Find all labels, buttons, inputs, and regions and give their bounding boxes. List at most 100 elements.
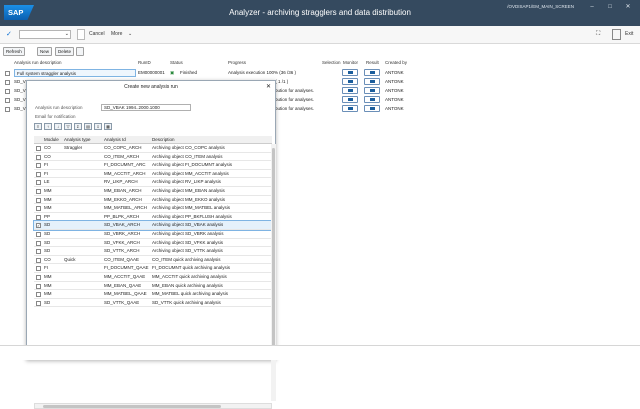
row-checkbox[interactable] bbox=[36, 249, 41, 255]
grid-row[interactable]: CO CO_ITEM_ARCH Archiving object CO_ITEM a… bbox=[34, 153, 272, 162]
delete-label: Delete bbox=[58, 49, 72, 54]
cancel-button[interactable]: Cancel bbox=[89, 29, 105, 40]
select-all-icon[interactable]: ≡ bbox=[34, 123, 42, 130]
maximize-icon[interactable]: □ bbox=[606, 3, 614, 11]
row-checkbox[interactable] bbox=[36, 154, 41, 160]
sort-asc-icon[interactable]: ↑ bbox=[44, 123, 52, 130]
row-checkbox[interactable] bbox=[36, 214, 41, 220]
row-checkbox[interactable] bbox=[36, 292, 41, 298]
row-checkbox[interactable] bbox=[5, 89, 10, 94]
row-checkbox[interactable]: ✓ bbox=[36, 223, 41, 229]
grid-row[interactable]: MM MM_MATBEL_ARCH Archiving object MM_MATB… bbox=[34, 204, 272, 213]
export-icon[interactable]: ⇩ bbox=[94, 123, 102, 130]
grid-row[interactable]: MM MM_ACCTIT_QAAE MM_ACCTIT quick archivin… bbox=[34, 273, 272, 282]
result-button[interactable] bbox=[364, 105, 380, 112]
result-button[interactable] bbox=[364, 87, 380, 94]
exit-icon[interactable] bbox=[612, 29, 621, 40]
monitor-button[interactable] bbox=[342, 105, 358, 112]
col-module[interactable]: Module bbox=[44, 136, 59, 144]
grid-row[interactable]: FI FI_DOCUMNT_QAAE FI_DOCUMNT quick archiv… bbox=[34, 264, 272, 273]
grid-row[interactable]: MM MM_EKKO_ARCH Archiving object MM_EKKO a… bbox=[34, 196, 272, 205]
row-checkbox[interactable] bbox=[36, 189, 41, 194]
minimize-icon[interactable]: – bbox=[588, 3, 596, 11]
grid-row[interactable]: MM MM_EBAN_ARCH Archiving object MM_EBAN a… bbox=[34, 187, 272, 196]
row-checkbox[interactable] bbox=[36, 146, 41, 151]
delete-button[interactable]: Delete bbox=[55, 47, 75, 56]
row-checkbox[interactable] bbox=[36, 283, 41, 289]
grid-description: Archiving object MM_EBAN analysis bbox=[152, 188, 225, 193]
chevron-down-icon[interactable]: ⌄ bbox=[65, 31, 69, 37]
monitor-button[interactable] bbox=[342, 78, 358, 85]
row-checkbox[interactable] bbox=[5, 71, 10, 76]
result-button[interactable] bbox=[364, 69, 380, 76]
row-checkbox[interactable] bbox=[36, 257, 41, 263]
row-checkbox[interactable] bbox=[36, 232, 41, 237]
vertical-scrollbar[interactable] bbox=[271, 144, 276, 401]
check-icon[interactable]: ✓ bbox=[6, 29, 12, 40]
col-result[interactable]: Result bbox=[366, 60, 379, 68]
run-description-input[interactable]: SD_VBAK 1994..2000.1000 bbox=[101, 104, 191, 111]
grid-row[interactable]: MM MM_MATBEL_QAAE MM_MATBEL quick archivin… bbox=[34, 290, 272, 299]
row-checkbox[interactable] bbox=[36, 266, 41, 272]
refresh-button[interactable]: Refresh bbox=[3, 47, 25, 56]
row-checkbox[interactable] bbox=[36, 163, 41, 169]
col-analysis-type[interactable]: Analysis type bbox=[64, 136, 91, 144]
row-checkbox[interactable] bbox=[5, 80, 10, 85]
col-monitor[interactable]: Monitor bbox=[343, 60, 358, 68]
row-checkbox[interactable] bbox=[36, 171, 41, 177]
edit-icon[interactable] bbox=[76, 47, 84, 56]
monitor-button[interactable] bbox=[342, 96, 358, 103]
col-runid[interactable]: RunID bbox=[138, 60, 151, 68]
new-button[interactable]: New bbox=[37, 47, 53, 56]
col-selection[interactable]: Selection bbox=[322, 60, 341, 68]
row-checkbox[interactable] bbox=[36, 206, 41, 212]
col-progress[interactable]: Progress bbox=[228, 60, 246, 68]
col-status[interactable]: Status bbox=[170, 60, 183, 68]
more-menu[interactable]: More bbox=[111, 29, 122, 40]
grid-analysis-id: MM_MATBEL_QAAE bbox=[104, 291, 147, 297]
command-field[interactable]: ⌄ bbox=[19, 30, 71, 39]
row-checkbox[interactable] bbox=[36, 275, 41, 280]
grid-row[interactable]: ✓ SD SD_VBAK_ARCH Archiving object SD_VBAK … bbox=[33, 220, 273, 231]
grid-row[interactable]: FI FI_DOCUMNT_ARC Archiving object FI_DOCU… bbox=[34, 161, 272, 170]
grid-row[interactable]: FI MM_ACCTIT_ARCH Archiving object MM_ACCT… bbox=[34, 170, 272, 179]
monitor-button[interactable] bbox=[342, 87, 358, 94]
monitor-button[interactable] bbox=[342, 69, 358, 76]
row-checkbox[interactable] bbox=[36, 180, 41, 186]
exit-button[interactable]: Exit bbox=[625, 29, 633, 40]
layout-icon[interactable]: ▦ bbox=[104, 123, 112, 130]
grid-row[interactable]: SD SD_VBRK_ARCH Archiving object SD_VBRK a… bbox=[34, 230, 272, 239]
grid-row[interactable]: SD SD_VTTK_QAAE SD_VTTK quick archiving an… bbox=[34, 299, 272, 308]
grid-row[interactable]: SD SD_VTTK_ARCH Archiving object SD_VTTK a… bbox=[34, 247, 272, 256]
grid-row[interactable]: LE RV_LIKP_ARCH Archiving object RV_LIKP a… bbox=[34, 178, 272, 187]
sum-icon[interactable]: Σ bbox=[74, 123, 82, 130]
row-checkbox[interactable] bbox=[5, 107, 10, 112]
filter-icon[interactable]: ▽ bbox=[64, 123, 72, 130]
print-icon[interactable]: ▤ bbox=[84, 123, 92, 130]
grid-row[interactable]: CO Straggler CO_COPC_ARCH Archiving object … bbox=[34, 144, 272, 153]
col-created-by[interactable]: Created by bbox=[385, 60, 407, 68]
col-analysis-id[interactable]: Analysis Id bbox=[104, 136, 126, 144]
row-checkbox[interactable] bbox=[5, 98, 10, 103]
grid-row[interactable]: SD SD_VFKK_ARCH Archiving object SD_VFKK a… bbox=[34, 239, 272, 248]
grid-description: MM_EBAN quick archiving analysis bbox=[152, 282, 223, 288]
horizontal-scrollbar[interactable] bbox=[34, 403, 272, 409]
close-icon[interactable]: ✕ bbox=[624, 3, 632, 11]
col-description[interactable]: Analysis run description bbox=[14, 60, 62, 68]
fullscreen-icon[interactable]: ⛶ bbox=[596, 29, 600, 40]
shell-bar: SAP Analyzer - archiving stragglers and … bbox=[0, 0, 640, 26]
grid-row[interactable]: CO Quick CO_ITEM_QAAE CO_ITEM quick archivi… bbox=[34, 256, 272, 265]
grid-row[interactable]: PP PP_BLPK_ARCH Archiving object PP_BKFLUS… bbox=[34, 213, 272, 222]
col-description[interactable]: Description bbox=[152, 136, 175, 144]
row-description[interactable]: Full system straggler analysis bbox=[14, 69, 136, 77]
result-button[interactable] bbox=[364, 78, 380, 85]
chevron-down-icon[interactable]: ⌄ bbox=[128, 29, 132, 40]
close-icon[interactable]: ✕ bbox=[266, 83, 271, 90]
sort-desc-icon[interactable]: ↓ bbox=[54, 123, 62, 130]
row-checkbox[interactable] bbox=[36, 300, 41, 306]
row-checkbox[interactable] bbox=[36, 197, 41, 203]
grid-row[interactable]: MM MM_EBAN_QAAE MM_EBAN quick archiving an… bbox=[34, 282, 272, 291]
result-button[interactable] bbox=[364, 96, 380, 103]
row-checkbox[interactable] bbox=[36, 240, 41, 246]
save-icon[interactable] bbox=[77, 29, 85, 40]
